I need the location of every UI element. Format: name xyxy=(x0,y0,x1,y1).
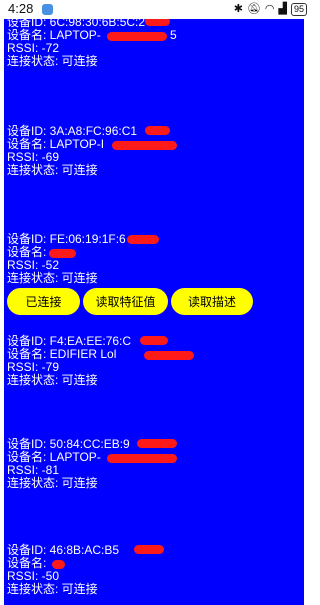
device-rssi: RSSI: -52 xyxy=(7,258,60,272)
device-item[interactable]: 设备ID: F4:EA:EE:76:C 设备名: EDIFIER Lol RSS… xyxy=(7,334,194,387)
device-rssi: RSSI: -81 xyxy=(7,463,60,477)
device-item[interactable]: 设备ID: 3A:A8:FC:96:C1 设备名: LAPTOP-I RSSI:… xyxy=(7,124,177,177)
device-id: 设备ID: F4:EA:EE:76:C xyxy=(7,334,132,348)
read-characteristic-button[interactable]: 读取特征值 xyxy=(83,288,168,315)
device-status: 连接状态: 可连接 xyxy=(7,476,98,490)
device-name: 设备名: xyxy=(7,245,47,259)
device-status: 连接状态: 可连接 xyxy=(7,582,98,596)
redaction-mark xyxy=(137,439,177,448)
device-rssi: RSSI: -69 xyxy=(7,150,60,164)
read-descriptor-button[interactable]: 读取描述 xyxy=(171,288,253,315)
device-id: 设备ID: FE:06:19:1F:6 xyxy=(7,232,126,246)
battery-icon: 95 xyxy=(290,2,307,16)
device-rssi: RSSI: -50 xyxy=(7,569,60,583)
status-icons: ✱ 🔕︎ ◠ ▟ 95 xyxy=(234,1,307,17)
redaction-mark xyxy=(112,141,177,150)
status-time: 4:28 xyxy=(8,1,34,16)
device-status: 连接状态: 可连接 xyxy=(7,163,98,177)
device-item[interactable]: 设备ID: 6C:98:30:6B:5C:2 设备名: LAPTOP- 5 RSS… xyxy=(7,19,177,68)
device-item[interactable]: 设备ID: FE:06:19:1F:6 设备名: RSSI: -52 连接状态:… xyxy=(7,232,159,285)
signal-icon: ▟ xyxy=(278,3,287,15)
redaction-mark xyxy=(107,454,177,463)
mute-icon: 🔕︎ xyxy=(246,3,261,15)
device-status: 连接状态: 可连接 xyxy=(7,373,98,387)
device-name: 设备名: xyxy=(7,556,47,570)
action-buttons: 已连接 读取特征值 读取描述 xyxy=(7,288,253,315)
device-status: 连接状态: 可连接 xyxy=(7,54,98,68)
redaction-mark xyxy=(145,19,170,26)
device-name: 设备名: LAPTOP-I xyxy=(7,137,105,151)
device-item[interactable]: 设备ID: 50:84:CC:EB:9 设备名: LAPTOP- RSSI: -… xyxy=(7,437,177,490)
redaction-mark xyxy=(107,32,167,41)
device-id: 设备ID: 46:8B:AC:B5 xyxy=(7,543,120,557)
redaction-mark xyxy=(144,351,194,360)
device-rssi: RSSI: -79 xyxy=(7,360,60,374)
device-list[interactable]: 设备ID: 6C:98:30:6B:5C:2 设备名: LAPTOP- 5 RSS… xyxy=(4,19,304,605)
redaction-mark xyxy=(127,235,159,244)
device-name: 设备名: LAPTOP- xyxy=(7,450,101,464)
app-notification-icon xyxy=(42,4,53,15)
wifi-icon: ◠ xyxy=(264,3,275,15)
device-name: 设备名: EDIFIER Lol xyxy=(7,347,117,361)
redaction-mark xyxy=(134,545,164,554)
redaction-mark xyxy=(49,249,76,258)
device-name-suffix: 5 xyxy=(170,28,177,42)
device-id: 设备ID: 50:84:CC:EB:9 xyxy=(7,437,130,451)
device-rssi: RSSI: -72 xyxy=(7,41,60,55)
redaction-mark xyxy=(140,336,168,345)
bluetooth-icon: ✱ xyxy=(233,3,243,15)
device-item[interactable]: 设备ID: 46:8B:AC:B5 设备名: RSSI: -50 连接状态: 可… xyxy=(7,543,164,596)
screen-edge xyxy=(304,19,315,605)
device-id: 设备ID: 3A:A8:FC:96:C1 xyxy=(7,124,138,138)
device-status: 连接状态: 可连接 xyxy=(7,271,98,285)
redaction-mark xyxy=(145,126,170,135)
status-bar: 4:28 ✱ 🔕︎ ◠ ▟ 95 xyxy=(0,0,315,19)
connected-button[interactable]: 已连接 xyxy=(7,288,80,315)
device-name: 设备名: LAPTOP- xyxy=(7,28,101,42)
redaction-mark xyxy=(52,560,65,569)
